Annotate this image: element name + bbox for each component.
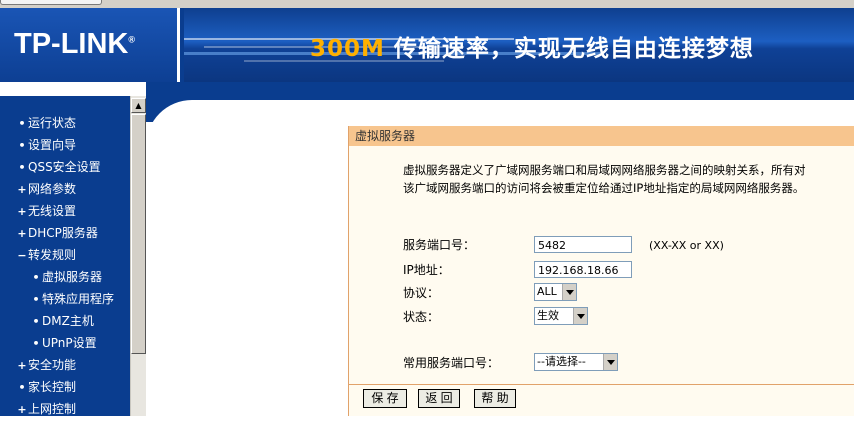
chevron-down-icon[interactable]: [562, 284, 576, 300]
panel-description: 虚拟服务器定义了广域网服务端口和局域网网络服务器之间的映射关系，所有对该广域网服…: [403, 163, 806, 195]
sidebar-item-qss[interactable]: • QSS安全设置: [0, 156, 130, 178]
protocol-label: 协议：: [403, 286, 440, 300]
scroll-up-arrow-icon[interactable]: ▲: [131, 98, 146, 113]
sidebar-item-network[interactable]: +网络参数: [0, 178, 130, 200]
logo-text: TP-LINK®: [14, 28, 136, 60]
sidebar-scrollbar[interactable]: ▲: [130, 96, 146, 416]
sidebar-item-wireless[interactable]: +无线设置: [0, 200, 130, 222]
common-port-label: 常用服务端口号：: [403, 356, 500, 370]
help-button[interactable]: 帮 助: [474, 389, 516, 408]
save-button[interactable]: 保 存: [363, 389, 407, 408]
port-label: 服务端口号：: [403, 238, 476, 252]
sidebar-item-special-apps[interactable]: • 特殊应用程序: [0, 288, 130, 310]
browser-top-edge: [0, 0, 854, 8]
sidebar-item-security[interactable]: +安全功能: [0, 354, 130, 376]
sidebar-item-forwarding[interactable]: −转发规则: [0, 244, 130, 266]
back-button[interactable]: 返 回: [418, 389, 460, 408]
status-select[interactable]: 生效: [534, 307, 588, 325]
port-format-hint: (XX-XX or XX): [649, 239, 724, 252]
sidebar-item-wizard[interactable]: • 设置向导: [0, 134, 130, 156]
sidebar: • 运行状态 • 设置向导 • QSS安全设置 +网络参数 +无线设置 +DHCP服务…: [0, 96, 130, 416]
ip-address-input[interactable]: 192.168.18.66: [534, 261, 632, 278]
sidebar-item-access-control[interactable]: +上网控制: [0, 398, 130, 420]
sidebar-item-dmz[interactable]: • DMZ主机: [0, 310, 130, 332]
service-port-input[interactable]: 5482: [534, 236, 632, 253]
sidebar-item-virtual-server[interactable]: • 虚拟服务器: [0, 266, 130, 288]
sidebar-item-status[interactable]: • 运行状态: [0, 112, 130, 134]
ip-label: IP地址：: [403, 263, 450, 277]
common-port-select[interactable]: --请选择--: [534, 353, 618, 371]
divider: [349, 384, 854, 385]
banner: 300M 传输速率，实现无线自由连接梦想: [184, 8, 854, 82]
sidebar-item-parental[interactable]: • 家长控制: [0, 376, 130, 398]
browser-tab[interactable]: [0, 0, 102, 5]
protocol-select[interactable]: ALL: [534, 283, 577, 301]
chevron-down-icon[interactable]: [603, 354, 617, 370]
scrollbar-thumb[interactable]: [131, 114, 146, 354]
status-label: 状态：: [403, 310, 440, 324]
sidebar-item-upnp[interactable]: • UPnP设置: [0, 332, 130, 354]
header: TP-LINK® 300M 传输速率，实现无线自由连接梦想: [0, 8, 854, 82]
chevron-down-icon[interactable]: [573, 308, 587, 324]
panel-title: 虚拟服务器: [349, 126, 854, 146]
virtual-server-panel: 虚拟服务器 虚拟服务器定义了广域网服务端口和局域网网络服务器之间的映射关系，所有…: [348, 126, 854, 416]
logo: TP-LINK®: [0, 8, 180, 82]
banner-slogan: 300M 传输速率，实现无线自由连接梦想: [310, 36, 754, 62]
sidebar-item-dhcp[interactable]: +DHCP服务器: [0, 222, 130, 244]
